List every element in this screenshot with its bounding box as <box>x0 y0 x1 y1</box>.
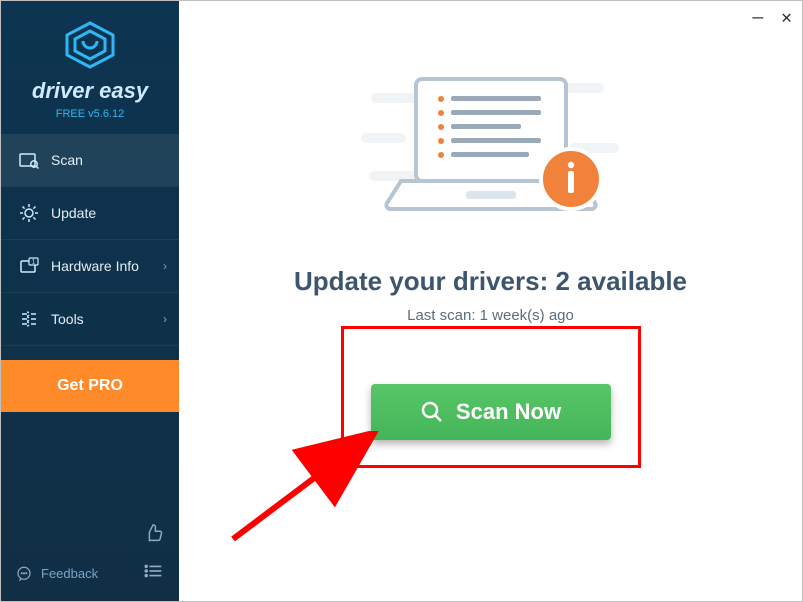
sidebar-item-hardware-info[interactable]: 1 Hardware Info › <box>1 240 179 292</box>
sidebar: driver easy FREE v5.6.12 Scan Update 1 <box>1 1 179 601</box>
brand-version: FREE v5.6.12 <box>1 108 179 120</box>
minimize-button[interactable]: — <box>752 7 763 28</box>
feedback-button[interactable]: Feedback <box>15 565 98 583</box>
scan-now-button[interactable]: Scan Now <box>371 384 611 440</box>
search-icon <box>420 400 444 424</box>
sidebar-item-label: Tools <box>51 311 84 327</box>
thumbs-up-icon[interactable] <box>143 523 165 550</box>
sidebar-item-label: Update <box>51 205 96 221</box>
sidebar-item-tools[interactable]: Tools › <box>1 293 179 345</box>
scan-icon <box>17 150 41 170</box>
chevron-right-icon: › <box>163 312 167 326</box>
sidebar-footer: Feedback <box>1 513 179 601</box>
tools-icon <box>17 309 41 329</box>
feedback-icon <box>15 565 33 583</box>
sidebar-item-update[interactable]: Update <box>1 187 179 239</box>
feedback-label: Feedback <box>41 566 98 581</box>
list-icon[interactable] <box>143 560 165 587</box>
close-button[interactable]: ✕ <box>781 7 792 28</box>
window-controls: — ✕ <box>752 7 792 28</box>
gear-icon <box>17 203 41 223</box>
chevron-right-icon: › <box>163 259 167 273</box>
laptop-illustration <box>361 71 621 236</box>
sidebar-item-label: Scan <box>51 152 83 168</box>
brand-block: driver easy FREE v5.6.12 <box>1 1 179 128</box>
scan-now-label: Scan Now <box>456 399 561 425</box>
headline: Update your drivers: 2 available <box>294 266 687 297</box>
brand-name: driver easy <box>1 78 179 104</box>
hardware-info-icon: 1 <box>17 256 41 276</box>
get-pro-button[interactable]: Get PRO <box>1 360 179 412</box>
app-logo-icon <box>63 21 117 69</box>
main-content: — ✕ <box>179 1 802 601</box>
nav: Scan Update 1 Hardware Info › <box>1 134 179 513</box>
sidebar-item-label: Hardware Info <box>51 258 139 274</box>
last-scan-text: Last scan: 1 week(s) ago <box>407 307 574 324</box>
get-pro-label: Get PRO <box>57 377 123 395</box>
sidebar-item-scan[interactable]: Scan <box>1 134 179 186</box>
